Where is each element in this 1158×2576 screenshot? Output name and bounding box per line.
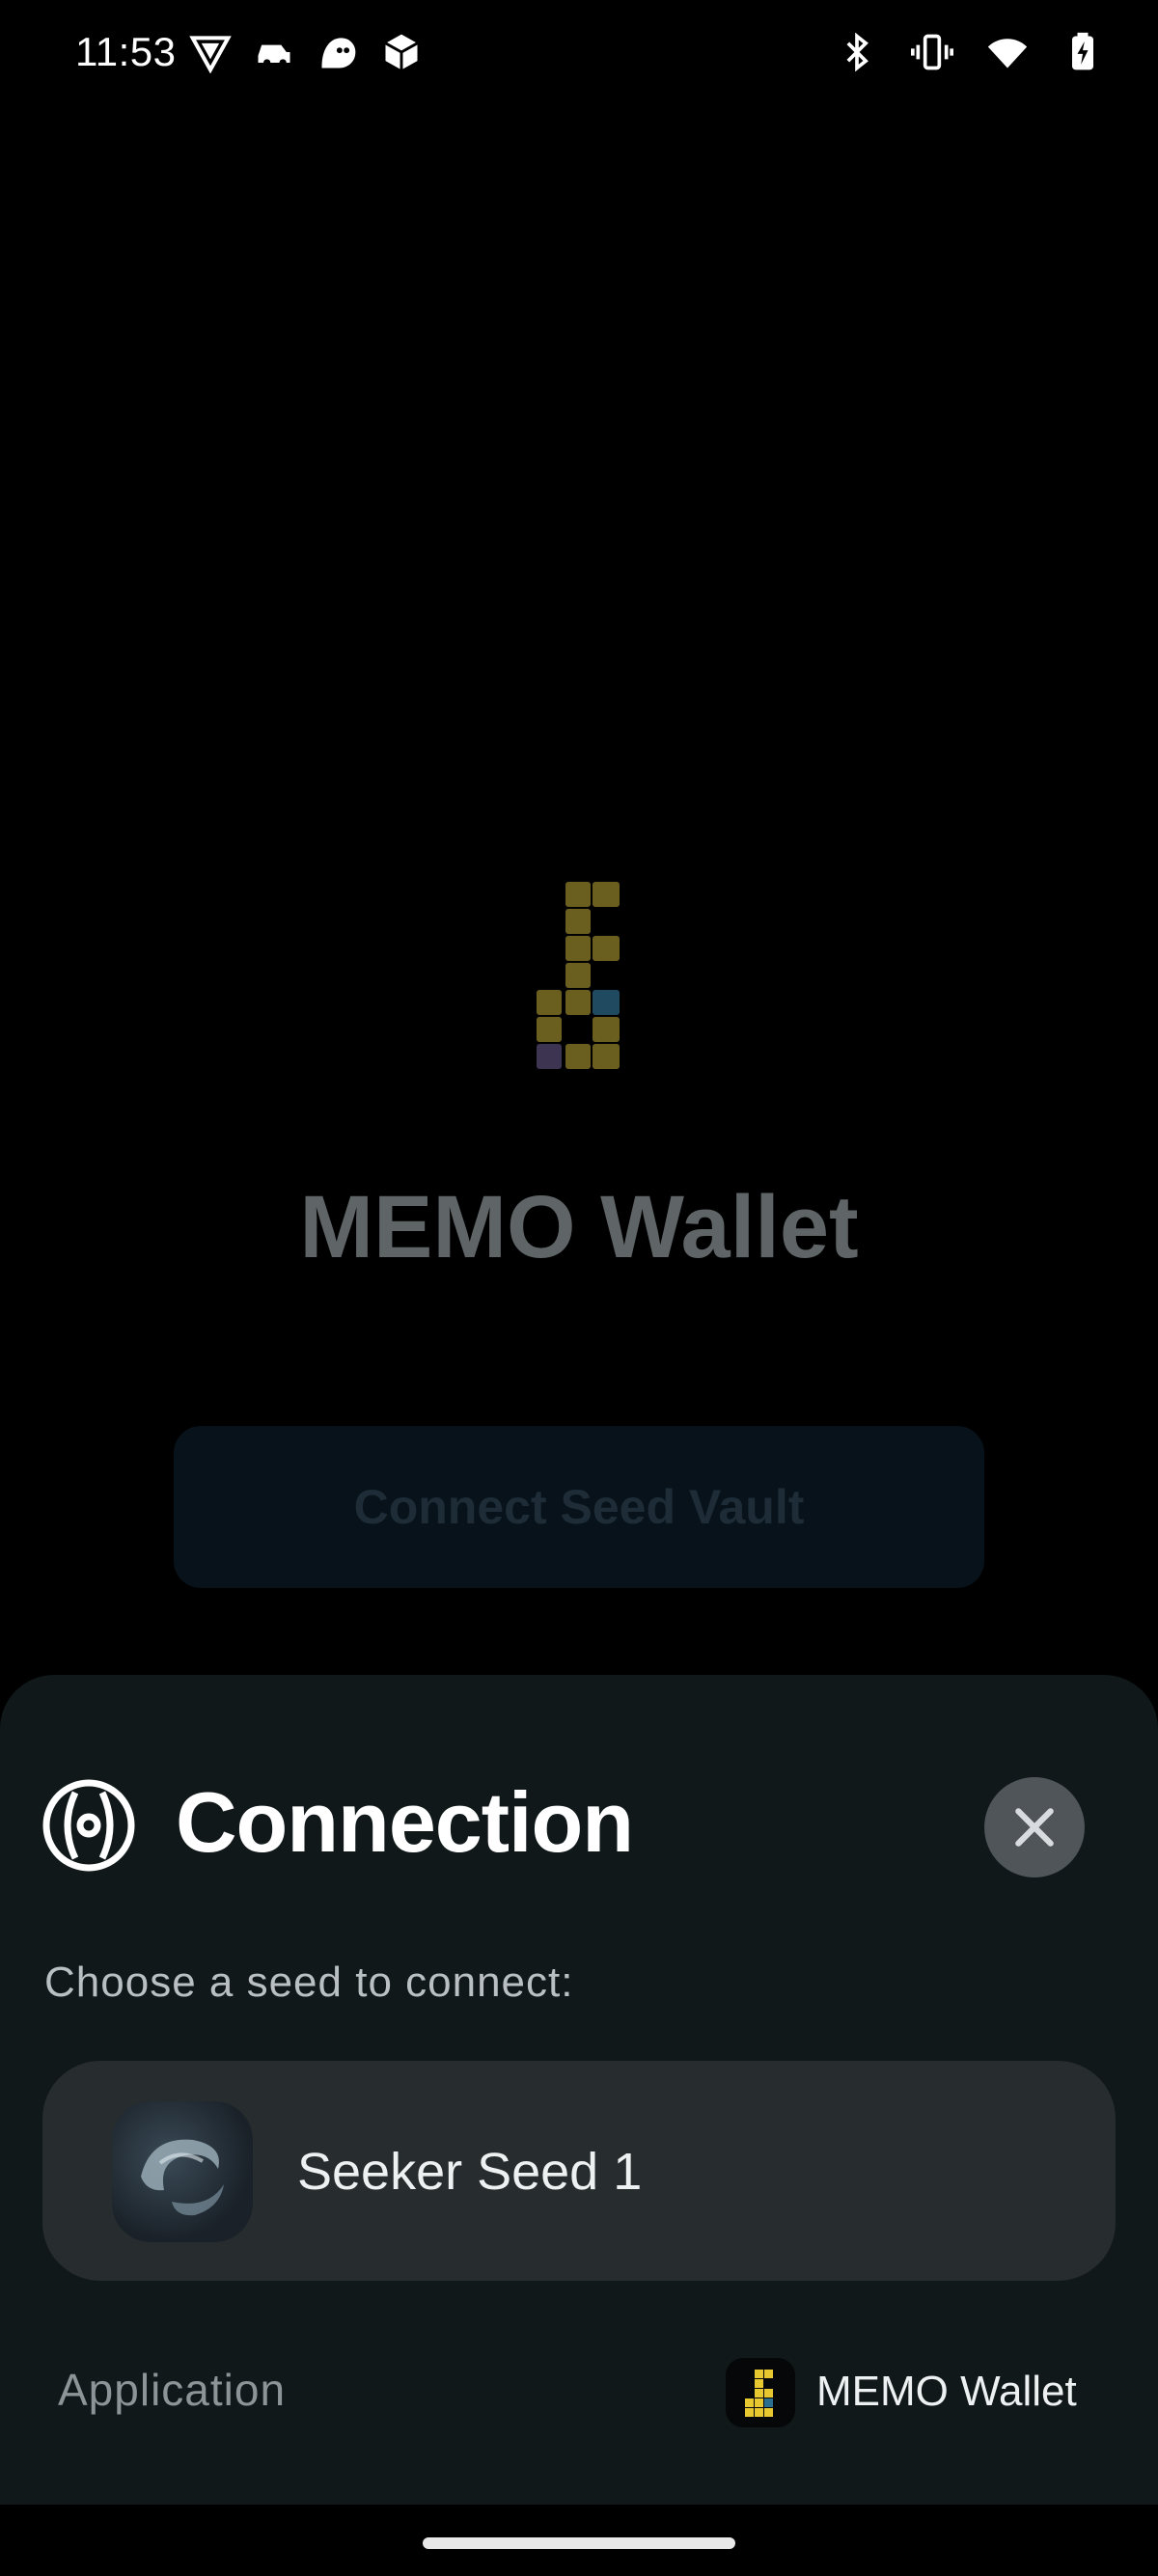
status-time: 11:53 bbox=[75, 29, 177, 74]
wifi-icon bbox=[987, 39, 1028, 69]
cube-icon bbox=[384, 34, 419, 70]
close-button[interactable] bbox=[984, 1777, 1085, 1877]
battery-charging-icon bbox=[1072, 32, 1093, 70]
app-title: MEMO Wallet bbox=[299, 1178, 859, 1276]
memo-wallet-app-icon bbox=[726, 2358, 795, 2427]
seed-vault-icon bbox=[42, 1779, 135, 1872]
seed-label: Seeker Seed 1 bbox=[297, 2143, 643, 2201]
system-icons bbox=[836, 31, 1104, 73]
connect-seed-vault-label: Connect Seed Vault bbox=[353, 1480, 805, 1534]
ghost-icon bbox=[321, 38, 356, 69]
bluetooth-icon bbox=[846, 32, 868, 72]
application-name: MEMO Wallet bbox=[816, 2368, 1077, 2415]
memo-key-logo bbox=[537, 882, 620, 1069]
home-indicator[interactable] bbox=[423, 2537, 735, 2549]
seed-avatar bbox=[112, 2101, 253, 2242]
close-icon bbox=[1015, 1808, 1054, 1847]
seed-prompt: Choose a seed to connect: bbox=[44, 1959, 574, 2006]
application-label: Application bbox=[58, 2365, 287, 2415]
vibrate-icon bbox=[911, 34, 953, 70]
connection-sheet: Connection Choose a seed to connect: See… bbox=[0, 1675, 1158, 2505]
vpn-shield-icon bbox=[189, 36, 232, 73]
notification-icons bbox=[189, 31, 423, 73]
status-bar: 11:53 bbox=[0, 0, 1158, 106]
app-background: MEMO Wallet Connect Seed Vault bbox=[0, 0, 1158, 1679]
seed-option[interactable]: Seeker Seed 1 bbox=[42, 2061, 1116, 2281]
sheet-title: Connection bbox=[176, 1774, 634, 1870]
car-icon bbox=[258, 44, 290, 67]
connect-seed-vault-button[interactable]: Connect Seed Vault bbox=[174, 1426, 984, 1588]
